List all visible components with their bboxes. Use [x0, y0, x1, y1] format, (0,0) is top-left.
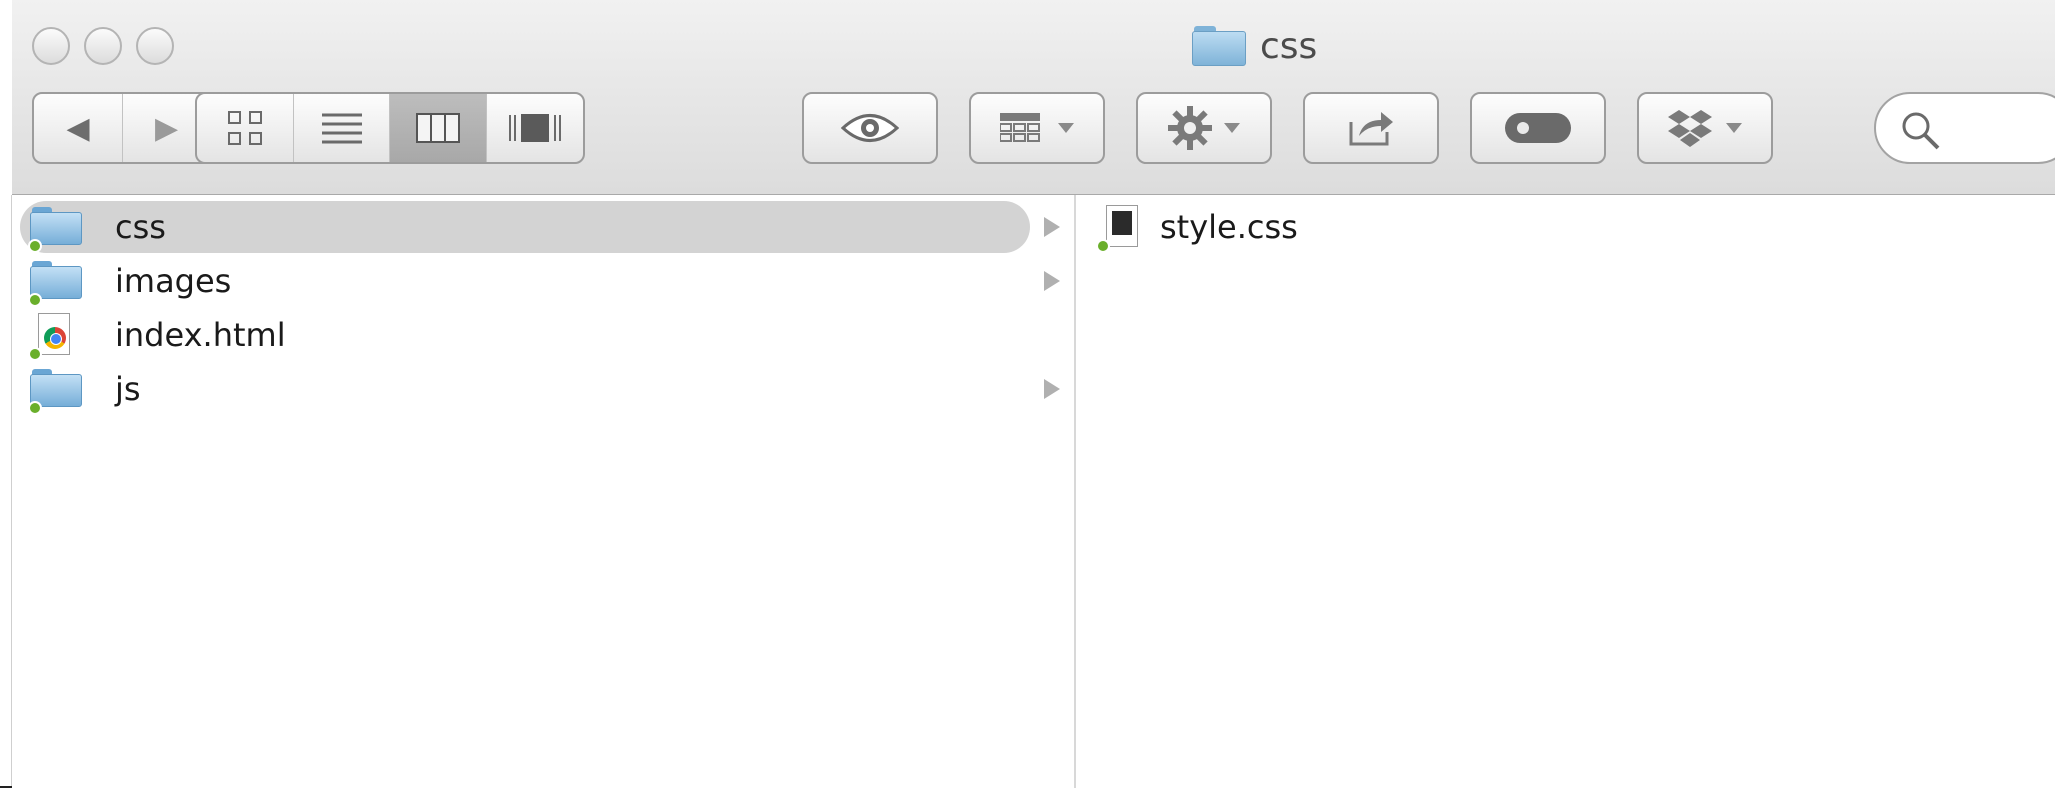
disclosure-arrow-icon [1044, 271, 1060, 291]
list-item-images[interactable]: images [20, 255, 1030, 307]
window-title: css [1192, 24, 1317, 68]
arrange-button[interactable] [969, 92, 1105, 164]
column-browser: css images index.html js style.css [12, 195, 2055, 788]
share-button[interactable] [1303, 92, 1439, 164]
column-1: css images index.html js [12, 195, 1074, 788]
item-label: css [115, 208, 166, 246]
item-label: style.css [1160, 208, 1298, 246]
back-arrow-icon: ◀ [66, 110, 90, 146]
zoom-button[interactable] [136, 27, 174, 65]
dropbox-button[interactable] [1637, 92, 1773, 164]
action-button[interactable] [1136, 92, 1272, 164]
chevron-down-icon [1726, 123, 1742, 133]
column-2: style.css [1076, 195, 2055, 788]
cover-flow-icon [509, 114, 561, 142]
icon-view-button[interactable] [197, 94, 293, 162]
sync-badge-icon [1096, 239, 1110, 253]
sync-badge-icon [28, 401, 42, 415]
view-mode-control [195, 92, 585, 164]
sync-badge-icon [28, 347, 42, 361]
close-button[interactable] [32, 27, 70, 65]
disclosure-arrow-icon [1044, 379, 1060, 399]
search-field[interactable] [1874, 92, 2055, 164]
disclosure-arrow-icon [1044, 217, 1060, 237]
list-icon [321, 113, 362, 144]
eye-icon [841, 114, 899, 142]
grid-icon [228, 111, 262, 145]
list-item-css[interactable]: css [20, 201, 1030, 253]
window-left-edge [0, 195, 12, 788]
quick-look-button[interactable] [802, 92, 938, 164]
columns-icon [416, 113, 460, 143]
list-view-button[interactable] [293, 94, 389, 162]
chevron-down-icon [1224, 123, 1240, 133]
chevron-down-icon [1058, 123, 1074, 133]
folder-icon [28, 259, 84, 307]
forward-arrow-icon: ▶ [154, 110, 179, 146]
minimize-button[interactable] [84, 27, 122, 65]
window-title-text: css [1260, 25, 1318, 67]
column-view-button[interactable] [389, 94, 486, 162]
sync-badge-icon [28, 293, 42, 307]
search-icon [1902, 112, 1940, 150]
sync-badge-icon [28, 239, 42, 253]
arrange-icon [1000, 113, 1040, 142]
list-item-index-html[interactable]: index.html [20, 309, 1030, 361]
toolbar: css ◀ ▶ [12, 0, 2055, 195]
folder-icon [28, 205, 84, 253]
share-icon [1349, 112, 1393, 146]
folder-icon [28, 367, 84, 415]
back-button[interactable]: ◀ [34, 94, 122, 162]
item-label: js [115, 370, 141, 408]
item-label: index.html [115, 316, 286, 354]
folder-icon [1192, 26, 1246, 66]
gear-icon [1168, 106, 1212, 150]
dropbox-icon [1668, 110, 1712, 147]
chrome-icon [44, 327, 66, 349]
finder-window: css ◀ ▶ css images index.html js style.c… [12, 0, 2055, 788]
css-file-icon [1096, 205, 1152, 253]
list-item-js[interactable]: js [20, 363, 1030, 415]
cover-flow-view-button[interactable] [486, 94, 583, 162]
html-file-icon [28, 313, 84, 361]
tags-button[interactable] [1470, 92, 1606, 164]
list-item-style-css[interactable]: style.css [1092, 201, 1992, 253]
tag-icon [1505, 113, 1571, 143]
item-label: images [115, 262, 232, 300]
back-forward-control: ◀ ▶ [32, 92, 212, 164]
